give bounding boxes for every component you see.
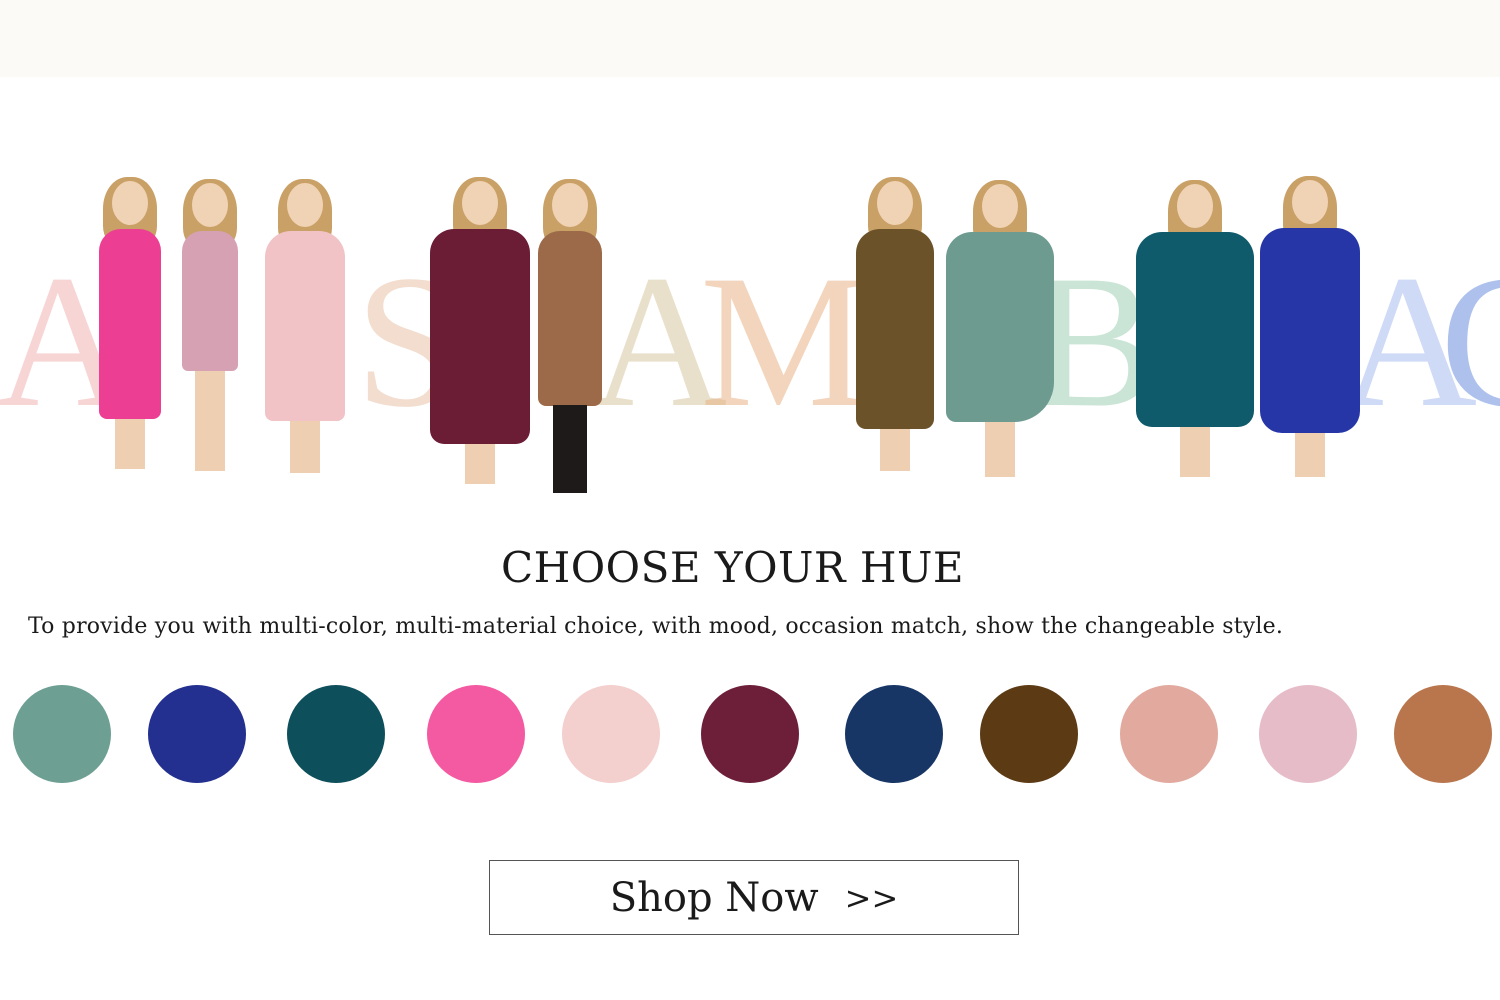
hero-letter: C [1440, 247, 1500, 437]
color-swatch[interactable] [427, 685, 525, 783]
model-head [1177, 184, 1213, 228]
model-dress [1136, 232, 1254, 427]
model-head [287, 183, 323, 227]
model-head [552, 183, 588, 227]
hero-banner: A S A M B A C [0, 77, 1500, 517]
model-dress [946, 232, 1054, 422]
model-figure [845, 177, 945, 481]
color-swatch[interactable] [1259, 685, 1357, 783]
model-legs [985, 422, 1015, 477]
model-head [462, 181, 498, 225]
model-figure [165, 179, 255, 483]
model-legs [195, 371, 225, 471]
model-figure [520, 179, 620, 503]
hero-letter: M [700, 237, 869, 447]
double-chevron-right-icon: >> [844, 878, 899, 917]
model-figure [250, 179, 360, 483]
model-dress [1260, 228, 1360, 433]
model-dress [538, 231, 602, 406]
section-subtitle: To provide you with multi-color, multi-m… [28, 614, 1284, 639]
model-head [982, 184, 1018, 228]
model-figure [940, 180, 1060, 484]
section-title: CHOOSE YOUR HUE [500, 543, 965, 592]
model-boots [553, 405, 587, 493]
color-swatch[interactable] [845, 685, 943, 783]
model-dress [856, 229, 934, 429]
color-swatch[interactable] [148, 685, 246, 783]
model-legs [290, 421, 320, 473]
model-dress [182, 231, 238, 371]
model-dress [99, 229, 161, 419]
model-legs [1180, 427, 1210, 477]
color-swatch[interactable] [562, 685, 660, 783]
color-swatch-row [0, 685, 1500, 785]
color-swatch[interactable] [287, 685, 385, 783]
model-head [877, 181, 913, 225]
model-legs [465, 444, 495, 484]
model-legs [115, 419, 145, 469]
color-swatch[interactable] [701, 685, 799, 783]
color-swatch[interactable] [13, 685, 111, 783]
color-swatch[interactable] [1394, 685, 1492, 783]
model-legs [1295, 433, 1325, 477]
shop-now-button[interactable]: Shop Now >> [489, 860, 1019, 935]
model-head [112, 181, 148, 225]
shop-now-label: Shop Now [609, 874, 819, 921]
color-swatch[interactable] [980, 685, 1078, 783]
model-figure [1255, 176, 1365, 485]
top-banner-strip [0, 0, 1500, 77]
model-dress [265, 231, 345, 421]
model-legs [880, 429, 910, 471]
model-dress [430, 229, 530, 444]
model-figure [85, 177, 175, 481]
model-head [192, 183, 228, 227]
color-swatch[interactable] [1120, 685, 1218, 783]
model-head [1292, 180, 1328, 224]
model-figure [1130, 180, 1260, 484]
